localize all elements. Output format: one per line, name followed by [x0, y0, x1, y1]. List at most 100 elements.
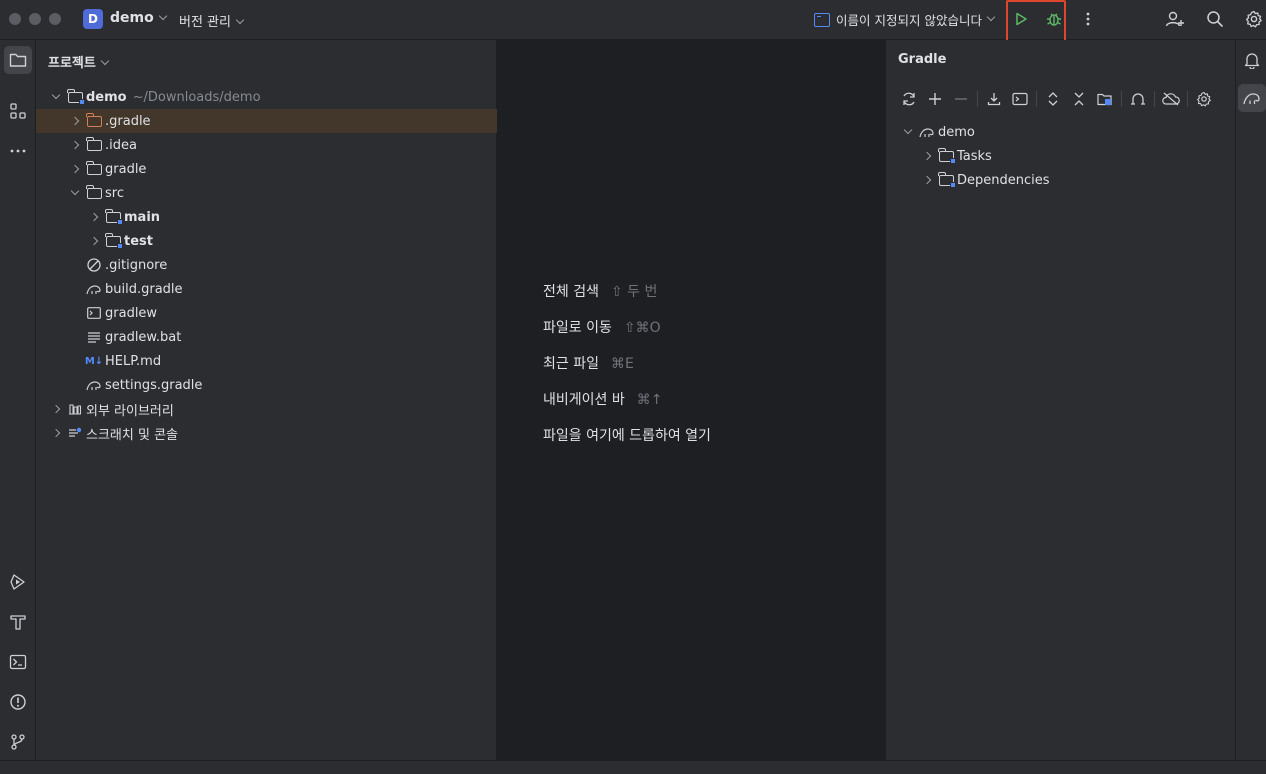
chevron-down-icon [100, 56, 110, 66]
hint-label: 최근 파일 [543, 356, 599, 372]
remove-button[interactable] [948, 89, 974, 109]
tree-item-gradle[interactable]: gradle [36, 157, 497, 181]
notifications-icon [1244, 53, 1260, 69]
collapse-arrow-icon[interactable] [86, 209, 102, 225]
tree-item-src[interactable]: src [36, 181, 497, 205]
add-icon [929, 93, 941, 105]
project-tool-button[interactable] [4, 46, 32, 74]
folder-icon [86, 160, 102, 176]
services-tool-button[interactable] [4, 568, 32, 596]
collapse-arrow-icon[interactable] [67, 113, 83, 129]
hint-label: 파일로 이동 [543, 320, 612, 336]
tree-item-gradlew-bat[interactable]: gradlew.bat [36, 325, 497, 349]
tree-root-demo[interactable]: demo ~/Downloads/demo [36, 85, 497, 109]
hint-shortcut: ⇧⌘O [623, 320, 661, 336]
text-file-icon [86, 330, 102, 344]
project-badge[interactable]: D [83, 9, 103, 29]
zoom-window-button[interactable] [49, 13, 61, 25]
problems-tool-button[interactable] [4, 688, 32, 716]
code-with-me-button[interactable] [1164, 8, 1186, 30]
collapse-all-icon [1074, 92, 1084, 106]
refresh-button[interactable] [896, 89, 922, 109]
expand-arrow-icon[interactable] [900, 124, 916, 140]
analyze-dependencies-button[interactable] [1092, 89, 1118, 109]
tree-item-label: build.gradle [105, 281, 183, 297]
gradle-toolbar [896, 88, 1217, 110]
title-bar: D demo 버전 관리 이름이 지정되지 않았습니다 [0, 0, 1266, 43]
dependencies-icon [1097, 93, 1112, 106]
project-panel-header[interactable]: 프로젝트 [48, 52, 110, 71]
dependencies-folder-icon [938, 171, 956, 188]
run-configuration-selector[interactable]: 이름이 지정되지 않았습니다 [814, 10, 996, 29]
collapse-arrow-icon[interactable] [919, 172, 935, 188]
gradle-tree-tasks[interactable]: Tasks [886, 144, 1226, 168]
terminal-icon [9, 654, 27, 670]
expand-all-button[interactable] [1040, 89, 1066, 109]
gradle-panel-title: Gradle [898, 52, 947, 67]
tree-item-label: 외부 라이브러리 [86, 403, 174, 419]
tree-item-label: 스크래치 및 콘솔 [86, 427, 178, 443]
tree-item-external-libraries[interactable]: 외부 라이브러리 [36, 397, 497, 421]
folder-icon [86, 136, 102, 152]
collapse-all-button[interactable] [1066, 89, 1092, 109]
project-switcher[interactable]: demo [110, 10, 167, 26]
tree-item-gradlew[interactable]: gradlew [36, 301, 497, 325]
hint-recent-files: 최근 파일 ⌘E [543, 353, 634, 373]
tree-item-gradle-hidden[interactable]: .gradle [36, 109, 497, 133]
toolbar-separator [977, 91, 978, 107]
close-window-button[interactable] [9, 13, 21, 25]
add-button[interactable] [922, 89, 948, 109]
gradle-settings-button[interactable] [1191, 89, 1217, 109]
tree-item-help-md[interactable]: M↓ HELP.md [36, 349, 497, 373]
project-panel: 프로젝트 demo ~/Downloads/demo .gradle .idea… [36, 40, 497, 760]
tree-item-idea[interactable]: .idea [36, 133, 497, 157]
tree-item-main[interactable]: main [36, 205, 497, 229]
toolbar-separator [1121, 91, 1122, 107]
minimize-window-button[interactable] [29, 13, 41, 25]
search-everywhere-button[interactable] [1204, 8, 1226, 30]
ignore-file-icon [86, 258, 102, 272]
collapse-arrow-icon[interactable] [86, 233, 102, 249]
tree-item-test[interactable]: test [36, 229, 497, 253]
hint-shortcut: ⌘↑ [636, 392, 663, 408]
tree-item-build-gradle[interactable]: build.gradle [36, 277, 497, 301]
toggle-offline-button[interactable] [1125, 89, 1151, 109]
structure-tool-button[interactable] [4, 97, 32, 125]
tree-item-label: gradle [105, 161, 147, 177]
gradle-tool-button[interactable] [1238, 84, 1266, 112]
tree-item-label: .gradle [105, 113, 151, 129]
gradle-tree-label: Dependencies [957, 172, 1050, 188]
notifications-button[interactable] [1238, 46, 1266, 74]
tree-item-scratches[interactable]: 스크래치 및 콘솔 [36, 421, 497, 445]
module-folder-icon [105, 208, 123, 225]
toolbar-separator [1187, 91, 1188, 107]
tree-item-label: gradlew [105, 305, 158, 321]
terminal-tool-button[interactable] [4, 648, 32, 676]
git-tool-button[interactable] [4, 728, 32, 756]
collapse-arrow-icon[interactable] [67, 161, 83, 177]
gradle-tree-dependencies[interactable]: Dependencies [886, 168, 1226, 192]
collapse-arrow-icon[interactable] [48, 425, 64, 441]
git-branch-icon [11, 734, 25, 750]
expand-arrow-icon[interactable] [48, 89, 64, 105]
run-config-icon [814, 12, 830, 27]
tree-item-gitignore[interactable]: .gitignore [36, 253, 497, 277]
collapse-arrow-icon[interactable] [919, 148, 935, 164]
collapse-arrow-icon[interactable] [67, 137, 83, 153]
vcs-menu[interactable]: 버전 관리 [179, 11, 245, 30]
gradle-tree-root[interactable]: demo [886, 120, 1226, 144]
download-sources-button[interactable] [981, 89, 1007, 109]
settings-icon [1197, 91, 1211, 107]
refresh-icon [903, 92, 915, 106]
more-tools-button[interactable] [4, 137, 32, 165]
settings-button[interactable] [1243, 8, 1265, 30]
run-services-icon [10, 574, 25, 590]
tree-item-settings-gradle[interactable]: settings.gradle [36, 373, 497, 397]
expand-arrow-icon[interactable] [67, 185, 83, 201]
markdown-file-icon: M↓ [84, 355, 104, 367]
build-tool-button[interactable] [4, 608, 32, 636]
more-actions-button[interactable] [1077, 8, 1099, 30]
execute-task-button[interactable] [1007, 89, 1033, 109]
collapse-arrow-icon[interactable] [48, 401, 64, 417]
offline-mode-button[interactable] [1158, 89, 1184, 109]
